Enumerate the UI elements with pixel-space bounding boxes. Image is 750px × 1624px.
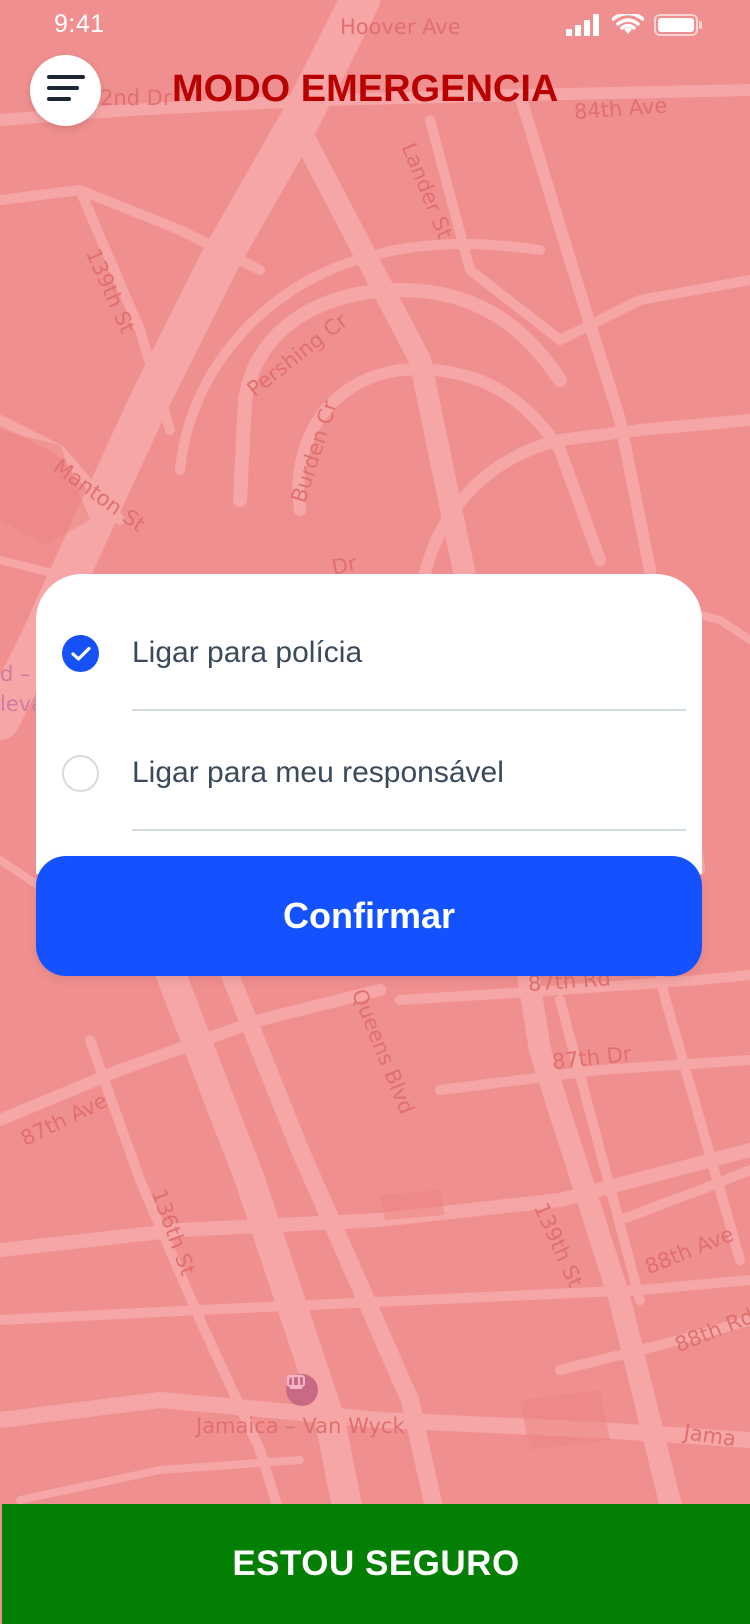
menu-button[interactable] [30, 55, 101, 126]
map-label-2nd-dr: 2nd Dr [100, 86, 172, 110]
status-icons [566, 11, 702, 41]
option-call-police[interactable]: Ligar para polícia [36, 574, 702, 694]
safe-button[interactable]: ESTOU SEGURO [2, 1504, 750, 1624]
signal-icon [566, 14, 602, 41]
check-icon[interactable] [62, 635, 99, 672]
map-label-jamaica-van-wyck: Jamaica – Van Wyck [196, 1414, 405, 1438]
confirm-button[interactable]: Confirmar [36, 856, 702, 976]
wifi-icon [611, 11, 645, 41]
status-time: 9:41 [54, 10, 105, 38]
subway-icon[interactable] [286, 1374, 318, 1406]
status-bar: 9:41 [0, 0, 750, 52]
radio-unchecked-icon[interactable] [62, 755, 99, 792]
emergency-options-card: Ligar para polícia Ligar para meu respon… [36, 574, 702, 874]
battery-icon [654, 14, 702, 41]
divider [132, 829, 686, 831]
option-label: Ligar para polícia [132, 636, 363, 669]
menu-icon [46, 73, 85, 108]
option-label: Ligar para meu responsável [132, 756, 504, 789]
page-title: MODO EMERGENCIA [172, 68, 559, 110]
option-call-guardian[interactable]: Ligar para meu responsável [36, 694, 702, 814]
